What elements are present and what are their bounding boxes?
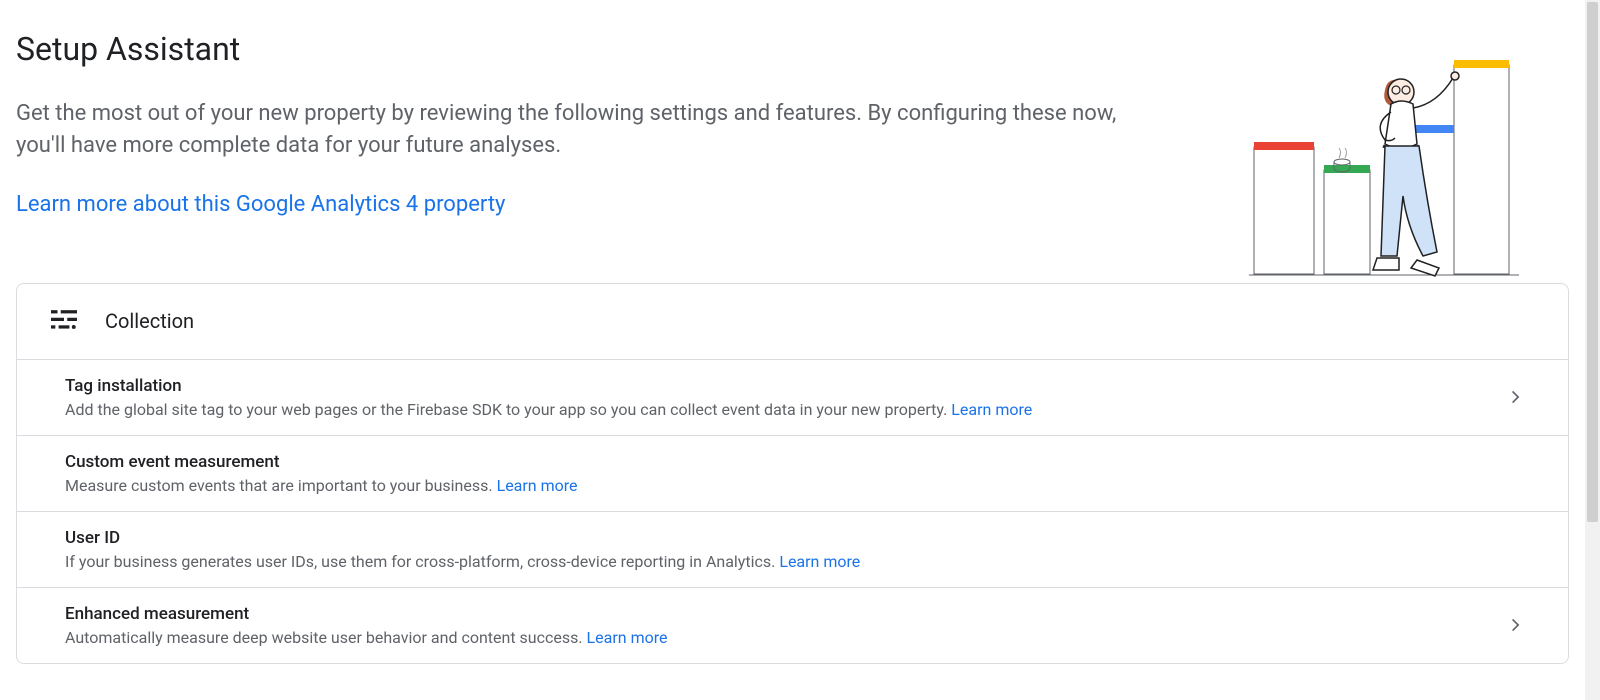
row-desc: Add the global site tag to your web page… [65,400,1032,419]
learn-more-property-link[interactable]: Learn more about this Google Analytics 4… [16,192,505,217]
row-title: Custom event measurement [65,452,578,472]
collection-card: Collection Tag installation Add the glob… [16,283,1569,664]
data-flow-icon [51,310,77,332]
scrollbar-thumb[interactable] [1587,2,1598,522]
row-desc: Automatically measure deep website user … [65,628,668,647]
collection-section-title: Collection [105,309,194,333]
row-tag-installation[interactable]: Tag installation Add the global site tag… [17,360,1568,436]
row-title: User ID [65,528,860,548]
chevron-right-icon [1506,615,1534,635]
row-title: Enhanced measurement [65,604,668,624]
row-title: Tag installation [65,376,1032,396]
hero-illustration [1249,30,1519,280]
row-custom-event-measurement[interactable]: Custom event measurement Measure custom … [17,436,1568,512]
page-description: Get the most out of your new property by… [16,98,1166,162]
row-desc: If your business generates user IDs, use… [65,552,860,571]
collection-card-header: Collection [17,284,1568,360]
learn-more-link[interactable]: Learn more [779,552,860,571]
scrollbar-track[interactable] [1585,0,1600,700]
row-desc: Measure custom events that are important… [65,476,578,495]
chevron-right-icon [1506,387,1534,407]
row-enhanced-measurement[interactable]: Enhanced measurement Automatically measu… [17,588,1568,663]
learn-more-link[interactable]: Learn more [497,476,578,495]
learn-more-link[interactable]: Learn more [951,400,1032,419]
row-user-id[interactable]: User ID If your business generates user … [17,512,1568,588]
learn-more-link[interactable]: Learn more [587,628,668,647]
